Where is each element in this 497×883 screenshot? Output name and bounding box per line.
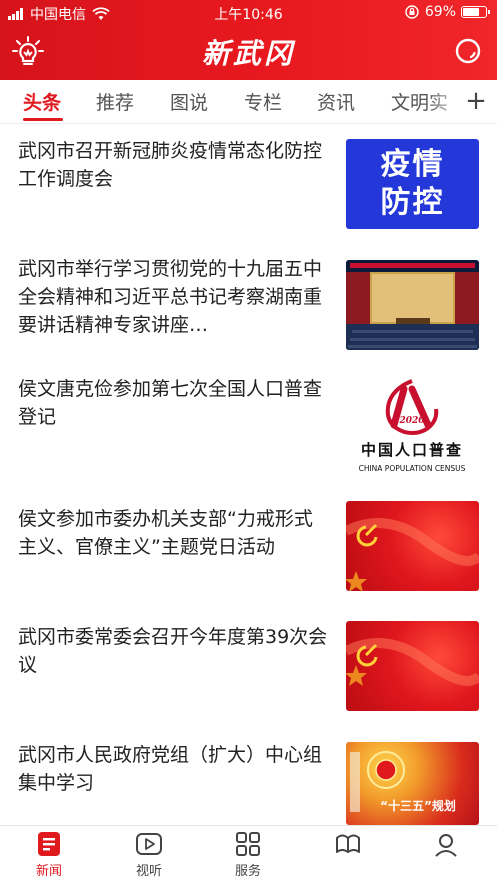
search-icon[interactable]	[453, 36, 483, 66]
nav-services[interactable]: 服务	[208, 830, 288, 879]
nav-audiovisual[interactable]: 视听	[109, 830, 189, 879]
news-thumbnail[interactable]	[346, 621, 479, 711]
news-thumbnail[interactable]: 疫情 防控	[346, 139, 479, 229]
news-thumbnail[interactable]: 2020 中国人口普查 CHINA POPULATION CENSUS	[346, 375, 479, 483]
status-bar: 中国电信 上午10:46 69%	[0, 0, 497, 26]
news-icon	[38, 832, 60, 856]
profile-icon	[435, 834, 457, 857]
nav-label	[406, 860, 486, 878]
news-thumbnail[interactable]	[346, 501, 479, 591]
news-title[interactable]: 武冈市举行学习贯彻党的十九届五中全会精神和习近平总书记考察湖南重要讲话精神专家讲…	[18, 255, 328, 339]
nav-label	[308, 860, 388, 878]
news-item[interactable]: 侯文参加市委办机关支部“力戒形式主义、官僚主义”主题党日活动	[0, 493, 497, 611]
news-title[interactable]: 武冈市召开新冠肺炎疫情常态化防控工作调度会	[18, 137, 328, 193]
svg-text:2020: 2020	[398, 416, 425, 426]
nav-news[interactable]: 新闻	[9, 830, 89, 879]
news-item[interactable]: 武冈市举行学习贯彻党的十九届五中全会精神和习近平总书记考察湖南重要讲话精神专家讲…	[0, 243, 497, 363]
news-title[interactable]: 侯文唐克俭参加第七次全国人口普查登记	[18, 375, 328, 431]
nav-label: 新闻	[35, 864, 62, 879]
news-item[interactable]: 武冈市人民政府党组（扩大）中心组集中学习 “十三五”规划	[0, 729, 497, 825]
news-title[interactable]: 侯文参加市委办机关支部“力戒形式主义、官僚主义”主题党日活动	[18, 505, 328, 561]
news-thumbnail[interactable]: “十三五”规划	[346, 742, 479, 825]
news-title[interactable]: 武冈市委常委会召开今年度第39次会议	[18, 623, 328, 679]
play-icon	[136, 833, 162, 855]
app-title: 新武冈	[201, 37, 295, 70]
news-thumbnail[interactable]	[346, 260, 479, 350]
nav-reading[interactable]	[308, 830, 388, 878]
news-item[interactable]: 侯文唐克俭参加第七次全国人口普查登记 2020 中国人口普查 CHINA POP…	[0, 363, 497, 493]
orientation-lock-icon	[405, 5, 419, 19]
bottom-navigation: 新闻 视听 服务	[0, 825, 497, 883]
channel-tabs: 头条 推荐 图说 专栏 资讯 文明实 +	[0, 80, 497, 124]
tab-news[interactable]: 资讯	[317, 88, 355, 115]
battery-icon	[461, 6, 490, 18]
title-bar: 新武冈	[0, 26, 497, 80]
active-tab-indicator	[23, 118, 63, 121]
party-flag-image	[346, 638, 479, 686]
census-logo-icon: 2020 中国人口普查 CHINA POPULATION CENSUS	[359, 379, 466, 473]
nav-profile[interactable]	[406, 830, 486, 878]
svg-text:CHINA POPULATION CENSUS: CHINA POPULATION CENSUS	[359, 464, 466, 473]
grid-icon	[236, 832, 260, 856]
nav-label: 视听	[135, 864, 162, 879]
news-title[interactable]: 武冈市人民政府党组（扩大）中心组集中学习	[18, 741, 328, 797]
app-header: 中国电信 上午10:46 69% 新武冈	[0, 0, 497, 80]
tab-recommended[interactable]: 推荐	[96, 88, 134, 115]
battery-percent: 69%	[424, 4, 456, 20]
tab-headlines[interactable]: 头条	[23, 88, 61, 115]
svg-text:“十三五”规划: “十三五”规划	[380, 798, 456, 813]
tab-photo-stories[interactable]: 图说	[170, 88, 208, 115]
nav-label: 服务	[234, 864, 261, 879]
news-item[interactable]: 武冈市召开新冠肺炎疫情常态化防控工作调度会 疫情 防控	[0, 125, 497, 243]
book-icon	[336, 834, 360, 853]
news-item[interactable]: 武冈市委常委会召开今年度第39次会议	[0, 611, 497, 729]
tab-columns[interactable]: 专栏	[244, 88, 282, 115]
svg-text:中国人口普查: 中国人口普查	[361, 441, 463, 459]
auditorium-image	[346, 260, 479, 350]
add-channel-button[interactable]: +	[463, 86, 489, 116]
party-flag-image	[346, 518, 479, 591]
